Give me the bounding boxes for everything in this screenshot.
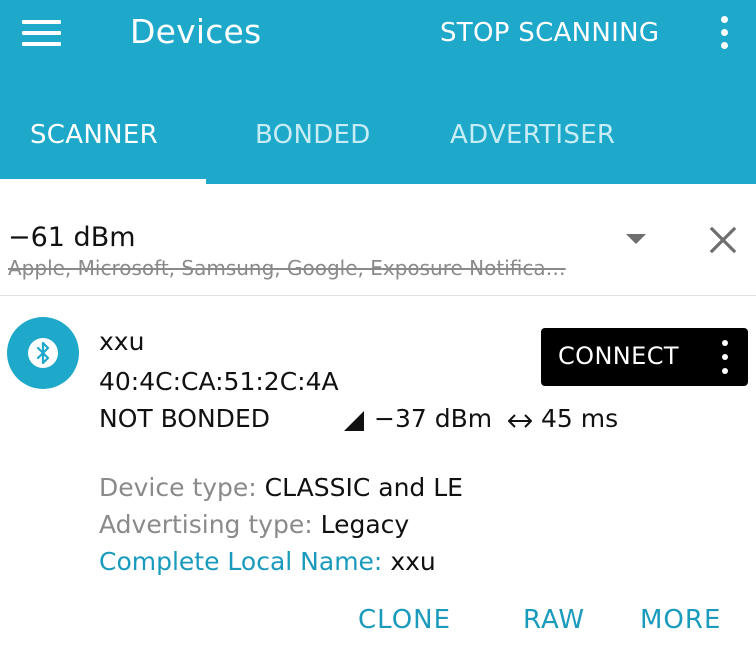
raw-button[interactable]: RAW — [523, 605, 585, 635]
app-bar: Devices STOP SCANNING SCANNER BONDED ADV… — [0, 0, 756, 184]
interval-arrows-icon — [508, 414, 532, 428]
scan-filter[interactable]: −61 dBm Apple, Microsoft, Samsung, Googl… — [0, 184, 756, 296]
device-name: xxu — [99, 327, 145, 356]
close-icon[interactable] — [707, 224, 739, 256]
dropdown-arrow-icon[interactable] — [626, 234, 646, 244]
tab-bar: SCANNER BONDED ADVERTISER — [0, 105, 756, 184]
signal-strength-icon — [344, 411, 364, 431]
detail-local-name[interactable]: Complete Local Name: xxu — [99, 547, 436, 576]
more-vertical-icon[interactable] — [715, 14, 735, 52]
tab-bonded[interactable]: BONDED — [255, 120, 371, 150]
page-title: Devices — [130, 12, 262, 51]
device-list-item[interactable]: xxu 40:4C:CA:51:2C:4A NOT BONDED −37 dBm… — [0, 297, 756, 645]
bluetooth-icon — [28, 338, 58, 368]
detail-value: Legacy — [320, 510, 410, 539]
connect-options-icon[interactable] — [718, 338, 732, 376]
detail-advertising-type: Advertising type: Legacy — [99, 510, 409, 539]
bond-state: NOT BONDED — [99, 404, 270, 433]
detail-key: Advertising type: — [99, 510, 313, 539]
tab-scanner[interactable]: SCANNER — [30, 120, 158, 150]
clone-button[interactable]: CLONE — [358, 605, 451, 635]
detail-value: CLASSIC and LE — [264, 473, 463, 502]
device-avatar — [7, 317, 79, 389]
device-rssi: −37 dBm — [374, 404, 493, 433]
connect-button[interactable]: CONNECT — [541, 328, 748, 386]
toolbar: Devices STOP SCANNING — [0, 0, 756, 72]
advertising-interval: 45 ms — [541, 404, 619, 433]
device-address: 40:4C:CA:51:2C:4A — [99, 367, 339, 396]
filter-rssi: −61 dBm — [8, 222, 136, 253]
more-button[interactable]: MORE — [640, 605, 721, 635]
detail-value: xxu — [390, 547, 436, 576]
tab-advertiser[interactable]: ADVERTISER — [450, 120, 615, 150]
filter-excluded-names: Apple, Microsoft, Samsung, Google, Expos… — [8, 256, 566, 280]
stop-scanning-button[interactable]: STOP SCANNING — [440, 18, 659, 48]
hamburger-menu-icon[interactable] — [22, 20, 62, 50]
connect-label: CONNECT — [558, 342, 679, 370]
detail-key: Device type: — [99, 473, 257, 502]
detail-device-type: Device type: CLASSIC and LE — [99, 473, 463, 502]
detail-key: Complete Local Name: — [99, 547, 383, 576]
